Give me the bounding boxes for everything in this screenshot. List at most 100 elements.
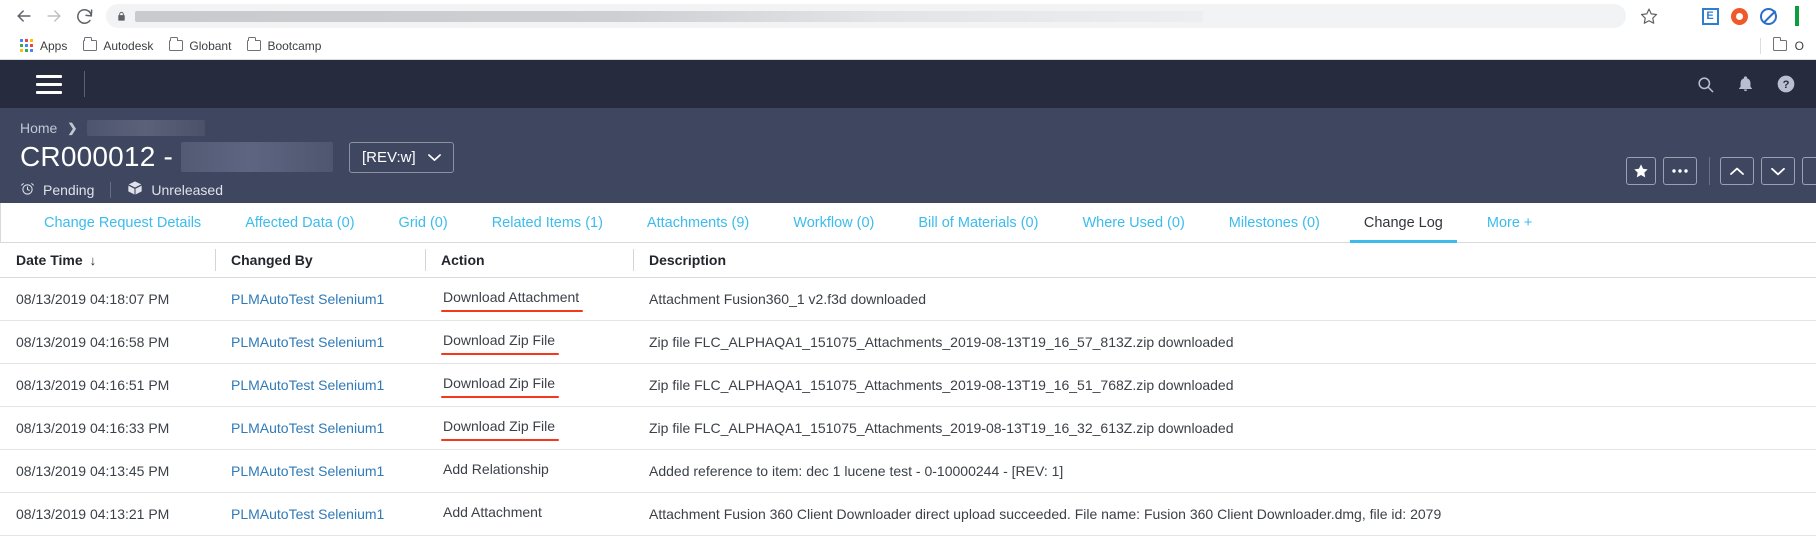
favorite-button[interactable] xyxy=(1626,157,1656,185)
forward-icon[interactable] xyxy=(40,2,68,30)
folder-icon xyxy=(247,37,262,51)
breadcrumb-current-redacted[interactable] xyxy=(87,120,206,136)
column-header-changed-by[interactable]: Changed By xyxy=(215,243,425,278)
page-header: Home ❯ CR000012 - [REV:w] Pending Unrele… xyxy=(0,108,1816,203)
revision-dropdown[interactable]: [REV:w] xyxy=(348,141,454,173)
cell-description: Zip file FLC_ALPHAQA1_151075_Attachments… xyxy=(633,320,1816,364)
cell-date-time: 08/13/2019 04:18:07 PM xyxy=(0,277,215,321)
column-header-description[interactable]: Description xyxy=(633,243,1816,278)
back-icon[interactable] xyxy=(10,2,38,30)
change-log-table: Date Time ↓ Changed By Action Description… xyxy=(0,243,1816,540)
user-link[interactable]: PLMAutoTest Selenium1 xyxy=(231,334,384,350)
cell-action: Add Attachment xyxy=(425,492,633,536)
extension-icons: E xyxy=(1664,6,1806,26)
bookmark-globant[interactable]: Globant xyxy=(161,36,239,56)
cell-action: Download Zip File xyxy=(425,320,633,364)
divider xyxy=(1759,37,1761,54)
help-circle-icon[interactable]: ? xyxy=(1776,74,1796,94)
search-icon[interactable] xyxy=(1696,75,1715,94)
e-extension-icon[interactable]: E xyxy=(1701,7,1719,25)
revision-label: [REV:w] xyxy=(361,148,416,166)
cell-action: Download Attachment xyxy=(425,277,633,321)
tab-where-used[interactable]: Where Used (0) xyxy=(1060,203,1206,242)
orange-circle-extension-icon[interactable] xyxy=(1730,7,1748,25)
apps-grid-icon xyxy=(20,38,34,53)
user-link[interactable]: PLMAutoTest Selenium1 xyxy=(231,506,384,522)
action-value: Download Attachment xyxy=(441,289,584,312)
action-divider xyxy=(1709,157,1710,185)
tab-milestones[interactable]: Milestones (0) xyxy=(1207,203,1342,242)
chevron-down-icon xyxy=(427,149,441,166)
tab-bill-of-materials[interactable]: Bill of Materials (0) xyxy=(896,203,1060,242)
user-link[interactable]: PLMAutoTest Selenium1 xyxy=(231,291,384,307)
user-link[interactable]: PLMAutoTest Selenium1 xyxy=(231,420,384,436)
bookmark-label: Bootcamp xyxy=(267,38,322,53)
cell-date-time: 08/13/2019 04:13:21 PM xyxy=(0,492,215,536)
browser-toolbar: E xyxy=(0,0,1816,32)
folder-icon xyxy=(169,37,184,51)
reload-icon[interactable] xyxy=(70,2,98,30)
table-row[interactable]: 08/13/2019 04:18:07 PM PLMAutoTest Selen… xyxy=(0,277,1816,321)
table-row[interactable]: 08/13/2019 04:13:45 PM PLMAutoTest Selen… xyxy=(0,449,1816,493)
tab-label: More + xyxy=(1486,214,1533,231)
bookmark-star-icon[interactable] xyxy=(1636,3,1662,29)
bookmark-autodesk[interactable]: Autodesk xyxy=(75,36,161,56)
sort-descending-icon: ↓ xyxy=(89,253,97,268)
tab-label: Attachments (9) xyxy=(646,214,750,231)
table-spacer-cell xyxy=(0,535,1816,540)
green-bar-extension-icon[interactable] xyxy=(1788,6,1806,26)
overflow-actions-button[interactable] xyxy=(1802,157,1816,185)
tab-attachments[interactable]: Attachments (9) xyxy=(625,203,771,242)
tab-change-request-details[interactable]: Change Request Details xyxy=(22,203,223,242)
breadcrumb-home[interactable]: Home xyxy=(20,120,57,136)
table-row[interactable]: 08/13/2019 04:13:21 PM PLMAutoTest Selen… xyxy=(0,492,1816,536)
block-extension-icon[interactable] xyxy=(1759,7,1777,25)
bookmark-overflow-label: O xyxy=(1794,38,1804,53)
cell-changed-by: PLMAutoTest Selenium1 xyxy=(215,363,425,407)
bookmark-bootcamp[interactable]: Bootcamp xyxy=(239,36,329,56)
cell-action: Download Zip File xyxy=(425,406,633,450)
alarm-clock-icon xyxy=(20,181,35,199)
table-row[interactable]: 08/13/2019 04:16:51 PM PLMAutoTest Selen… xyxy=(0,363,1816,407)
tab-related-items[interactable]: Related Items (1) xyxy=(470,203,625,242)
table-row[interactable]: 08/13/2019 04:16:33 PM PLMAutoTest Selen… xyxy=(0,406,1816,450)
status-badge-pending: Pending xyxy=(20,181,94,199)
cell-description: Added reference to item: dec 1 lucene te… xyxy=(633,449,1816,493)
cell-changed-by: PLMAutoTest Selenium1 xyxy=(215,449,425,493)
cell-action: Download Zip File xyxy=(425,363,633,407)
hamburger-menu-icon[interactable] xyxy=(36,74,62,94)
bookmark-overflow[interactable]: O xyxy=(1759,32,1804,59)
column-label: Action xyxy=(441,252,485,268)
tab-bar: Change Request Details Affected Data (0)… xyxy=(0,203,1816,243)
cell-date-time: 08/13/2019 04:16:58 PM xyxy=(0,320,215,364)
dictionary-extension-icon[interactable] xyxy=(1672,7,1690,25)
action-value: Download Zip File xyxy=(441,418,560,441)
cube-icon xyxy=(127,180,143,199)
svg-text:?: ? xyxy=(1783,79,1790,91)
tab-workflow[interactable]: Workflow (0) xyxy=(771,203,896,242)
table-header-row: Date Time ↓ Changed By Action Description xyxy=(0,243,1816,278)
bell-icon[interactable] xyxy=(1737,75,1754,93)
status-badge-unreleased: Unreleased xyxy=(127,180,223,199)
previous-item-button[interactable] xyxy=(1720,157,1754,185)
cell-action: Add Relationship xyxy=(425,449,633,493)
navbar-actions: ? xyxy=(1696,74,1796,94)
bookmark-apps[interactable]: Apps xyxy=(12,36,75,56)
table-row-spacer xyxy=(0,535,1816,540)
address-bar[interactable] xyxy=(106,4,1626,28)
table-row[interactable]: 08/13/2019 04:16:58 PM PLMAutoTest Selen… xyxy=(0,320,1816,364)
page-title-redacted xyxy=(180,142,333,172)
column-header-date-time[interactable]: Date Time ↓ xyxy=(0,243,215,278)
cell-date-time: 08/13/2019 04:16:51 PM xyxy=(0,363,215,407)
tab-affected-data[interactable]: Affected Data (0) xyxy=(223,203,376,242)
cell-date-time: 08/13/2019 04:16:33 PM xyxy=(0,406,215,450)
column-label: Description xyxy=(649,252,727,268)
tab-grid[interactable]: Grid (0) xyxy=(377,203,470,242)
tab-change-log[interactable]: Change Log xyxy=(1342,203,1465,243)
user-link[interactable]: PLMAutoTest Selenium1 xyxy=(231,463,384,479)
column-header-action[interactable]: Action xyxy=(425,243,633,278)
more-actions-button[interactable] xyxy=(1663,157,1697,185)
tab-more[interactable]: More + xyxy=(1465,203,1555,242)
next-item-button[interactable] xyxy=(1761,157,1795,185)
user-link[interactable]: PLMAutoTest Selenium1 xyxy=(231,377,384,393)
